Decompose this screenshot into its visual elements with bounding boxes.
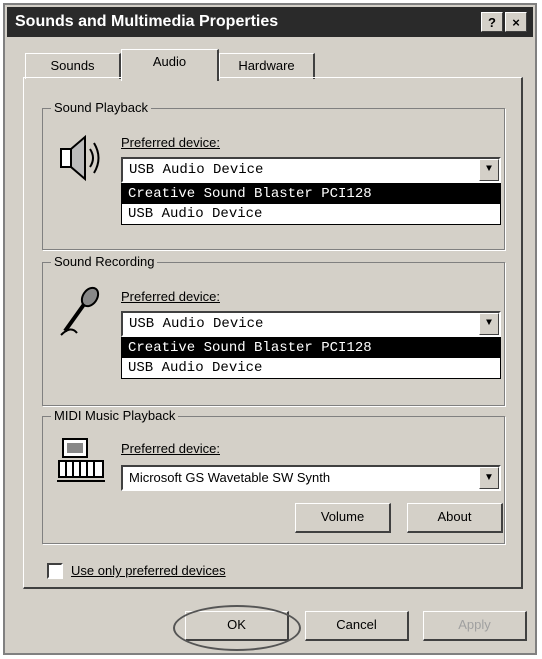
speaker-icon (60, 134, 100, 182)
use-only-preferred-checkbox[interactable] (47, 563, 63, 579)
selected-value: Microsoft GS Wavetable SW Synth (129, 470, 331, 485)
sound-playback-group: Sound Playback Preferred device: USB Aud… (42, 100, 505, 250)
about-button[interactable]: About (407, 503, 503, 533)
midi-keyboard-icon (57, 438, 105, 482)
group-label: Sound Playback (51, 100, 151, 115)
list-item[interactable]: Creative Sound Blaster PCI128 (122, 184, 500, 204)
tab-audio[interactable]: Audio (121, 49, 219, 81)
playback-dropdown-list: Creative Sound Blaster PCI128 USB Audio … (121, 183, 501, 225)
tab-sounds[interactable]: Sounds (25, 53, 121, 79)
list-item[interactable]: USB Audio Device (122, 204, 500, 224)
recording-device-select[interactable]: USB Audio Device ▼ (121, 311, 501, 337)
preferred-device-label: Preferred device: (121, 135, 220, 150)
recording-dropdown-list: Creative Sound Blaster PCI128 USB Audio … (121, 337, 501, 379)
list-item[interactable]: USB Audio Device (122, 358, 500, 378)
dropdown-arrow-icon[interactable]: ▼ (479, 159, 499, 181)
preferred-device-label: Preferred device: (121, 441, 220, 456)
title-bar[interactable]: Sounds and Multimedia Properties ? × (7, 7, 533, 37)
window-title: Sounds and Multimedia Properties (15, 13, 279, 30)
selected-value: USB Audio Device (129, 316, 264, 332)
midi-playback-group: MIDI Music Playback Preferred device: Mi… (42, 408, 505, 544)
group-label: MIDI Music Playback (51, 408, 179, 423)
preferred-device-label: Preferred device: (121, 289, 220, 304)
dropdown-arrow-icon[interactable]: ▼ (479, 467, 499, 489)
selected-value: USB Audio Device (129, 162, 264, 178)
help-button[interactable]: ? (481, 12, 503, 32)
microphone-icon (60, 286, 100, 336)
use-only-preferred-label[interactable]: Use only preferred devices (71, 563, 226, 578)
properties-dialog: Sounds and Multimedia Properties ? × Sou… (3, 3, 537, 655)
playback-device-select[interactable]: USB Audio Device ▼ (121, 157, 501, 183)
close-button[interactable]: × (505, 12, 527, 32)
ok-focus-ring (173, 605, 301, 651)
cancel-button[interactable]: Cancel (305, 611, 409, 641)
volume-button[interactable]: Volume (295, 503, 391, 533)
tab-hardware[interactable]: Hardware (219, 53, 315, 79)
apply-button[interactable]: Apply (423, 611, 527, 641)
dropdown-arrow-icon[interactable]: ▼ (479, 313, 499, 335)
audio-panel: Sound Playback Preferred device: USB Aud… (23, 77, 523, 589)
list-item[interactable]: Creative Sound Blaster PCI128 (122, 338, 500, 358)
midi-device-select[interactable]: Microsoft GS Wavetable SW Synth ▼ (121, 465, 501, 491)
sound-recording-group: Sound Recording Preferred device: USB Au… (42, 254, 505, 406)
group-label: Sound Recording (51, 254, 158, 269)
